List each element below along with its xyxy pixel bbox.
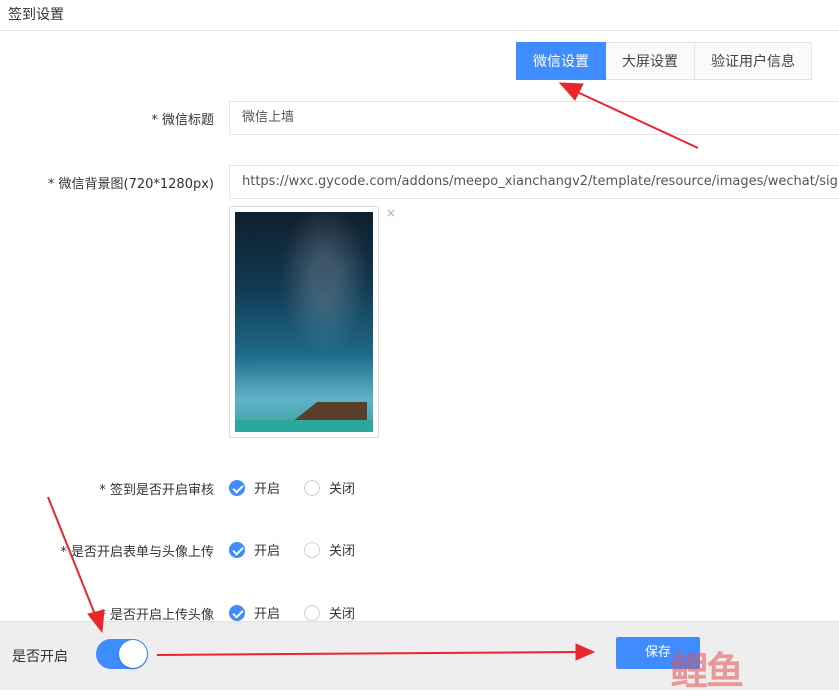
- divider: [0, 30, 839, 31]
- radio-on-label: 开启: [254, 482, 281, 497]
- wechat-title-label: * 微信标题: [151, 113, 214, 128]
- form-avatar-label: * 是否开启表单与头像上传: [60, 545, 214, 560]
- tab-screen-settings[interactable]: 大屏设置: [606, 42, 695, 80]
- form-avatar-radio-group: 开启 关闭: [229, 540, 379, 559]
- radio-off[interactable]: [304, 541, 321, 558]
- enable-toggle-label: 是否开启: [12, 649, 68, 665]
- background-image-preview: [229, 206, 379, 438]
- arrow-head-tab: [558, 82, 584, 101]
- radio-on[interactable]: [229, 604, 245, 621]
- radio-off[interactable]: [304, 604, 321, 621]
- tab-verify-user-info[interactable]: 验证用户信息: [695, 42, 812, 80]
- tab-wechat-settings[interactable]: 微信设置: [516, 42, 606, 80]
- page-title: 签到设置: [8, 7, 64, 23]
- starry-sky-image: [235, 212, 373, 432]
- wechat-bg-label: * 微信背景图(720*1280px): [47, 177, 214, 192]
- radio-off-label: 关闭: [329, 607, 356, 622]
- radio-on-label: 开启: [254, 607, 281, 622]
- toggle-knob: [119, 640, 147, 668]
- review-toggle-label: * 签到是否开启审核: [99, 483, 214, 498]
- avatar-upload-radio-group: 开启 关闭: [229, 603, 379, 622]
- tab-bar: 微信设置 大屏设置 验证用户信息: [516, 42, 812, 80]
- wechat-bg-url-input[interactable]: https://wxc.gycode.com/addons/meepo_xian…: [229, 165, 839, 199]
- radio-off-label: 关闭: [329, 544, 356, 559]
- radio-off[interactable]: [304, 479, 321, 496]
- remove-image-icon[interactable]: ×: [386, 206, 396, 220]
- water-shape: [235, 420, 373, 432]
- radio-on-label: 开启: [254, 544, 281, 559]
- wechat-title-input[interactable]: 微信上墙: [229, 101, 839, 135]
- enable-toggle-switch[interactable]: [96, 639, 148, 669]
- watermark-logo: 鲤鱼: [670, 649, 744, 693]
- radio-on[interactable]: [229, 479, 245, 496]
- review-radio-group: 开启 关闭: [229, 478, 379, 497]
- radio-off-label: 关闭: [329, 482, 356, 497]
- radio-on[interactable]: [229, 541, 245, 558]
